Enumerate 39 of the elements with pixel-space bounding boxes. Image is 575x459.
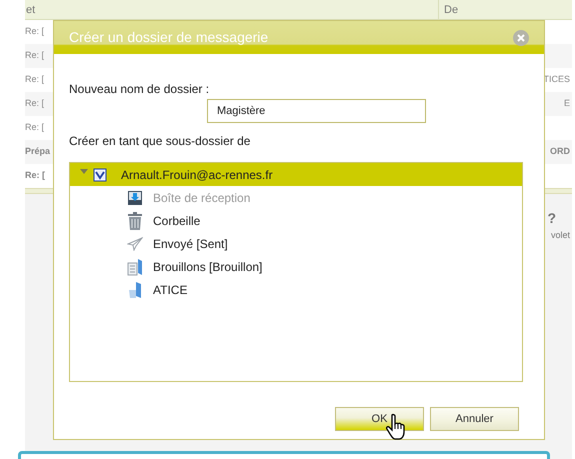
- email-subject: Re: [: [25, 121, 44, 134]
- inbox-icon: [127, 190, 143, 206]
- tree-root-row[interactable]: Arnault.Frouin@ac-rennes.fr: [70, 163, 522, 186]
- paper-plane-icon: [127, 236, 143, 250]
- folder-name-label: Nouveau nom de dossier :: [69, 81, 210, 98]
- column-header[interactable]: De: [438, 0, 572, 19]
- account-icon: [93, 168, 107, 182]
- folder-name-field[interactable]: Magistère: [207, 99, 426, 123]
- folder-label: Corbeille: [153, 212, 200, 230]
- dialog-title: Créer un dossier de messagerie: [69, 28, 268, 47]
- email-sender: ORD: [550, 145, 571, 158]
- folder-item[interactable]: Brouillons [Brouillon]: [70, 255, 522, 278]
- close-icon[interactable]: [513, 30, 529, 46]
- folder-icon: [127, 280, 143, 298]
- folder-item[interactable]: Corbeille: [70, 209, 522, 232]
- email-subject: Prépa: [25, 145, 50, 158]
- column-header[interactable]: et: [25, 0, 438, 19]
- email-subject: Re: [: [25, 169, 45, 182]
- drafts-folder-icon: [127, 258, 143, 276]
- folder-label: ATICE: [153, 282, 188, 298]
- folder-item[interactable]: ATICE: [70, 278, 522, 301]
- email-sender: E: [564, 97, 571, 110]
- folder-label: Boîte de réception: [153, 190, 250, 206]
- expand-arrow-icon[interactable]: [80, 168, 88, 176]
- dialog-button[interactable]: OK: [335, 407, 424, 431]
- email-subject: Re: [: [25, 49, 44, 62]
- help-title: ?: [547, 209, 556, 228]
- folder-label: Envoyé [Sent]: [153, 236, 228, 252]
- email-subject: Re: [: [25, 73, 44, 86]
- trash-icon: [127, 212, 143, 230]
- parent-folder-label: Créer en tant que sous-dossier de: [69, 133, 252, 150]
- account-label: Arnault.Frouin@ac-rennes.fr: [121, 166, 273, 184]
- dialog-button[interactable]: Annuler: [430, 407, 519, 431]
- help-text: volet: [550, 229, 570, 242]
- email-sender: TICES: [543, 73, 571, 86]
- email-subject: Re: [: [25, 97, 44, 110]
- email-subject: Re: [: [25, 25, 44, 38]
- folder-item[interactable]: Envoyé [Sent]: [70, 232, 522, 255]
- folder-label: Brouillons [Brouillon]: [153, 258, 262, 276]
